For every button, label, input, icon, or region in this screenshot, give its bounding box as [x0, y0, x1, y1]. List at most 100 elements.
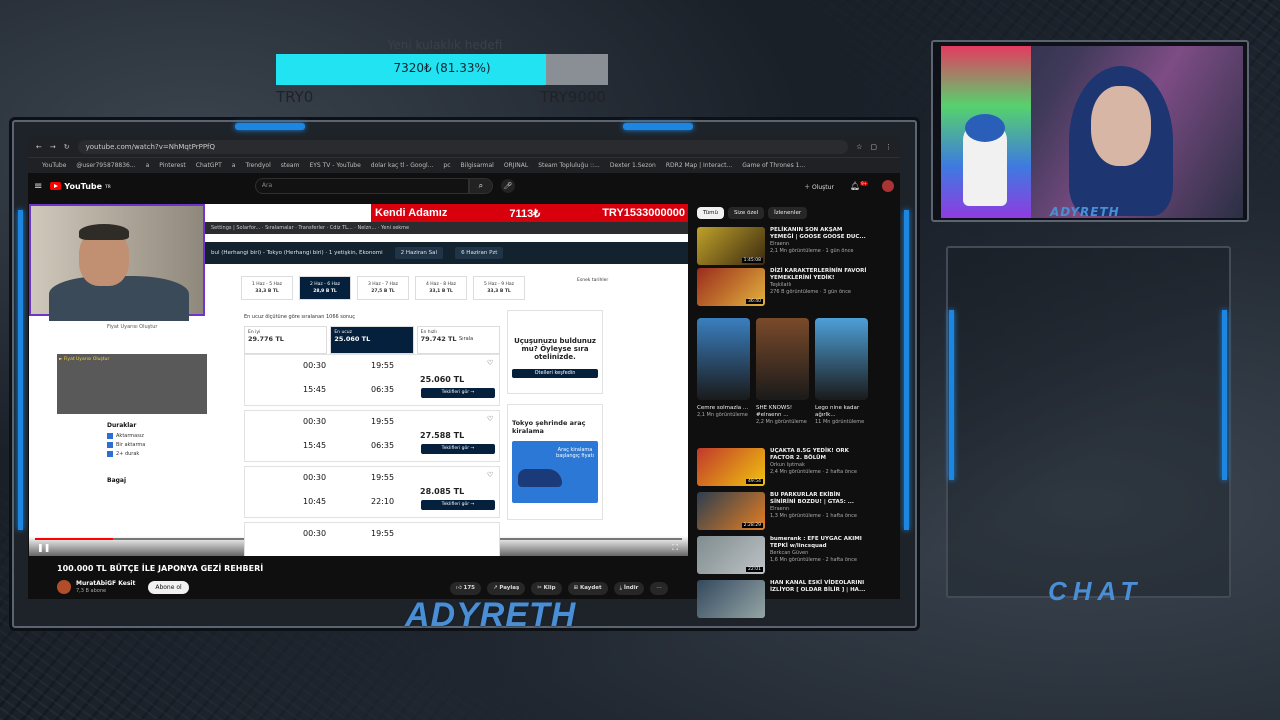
recommended-video[interactable]: 36:40 DİZİ KARAKTERLERİNİN FAVORİ YEMEKLE… [697, 268, 867, 306]
date-option[interactable]: 2 Haz - 6 Haz 28,9 B TL [299, 276, 351, 300]
back-icon[interactable]: ← [36, 143, 42, 151]
channel-name[interactable]: Elraenn [770, 241, 867, 248]
recommended-video[interactable]: 1:45:08 PELİKANIN SON AKŞAM YEMEĞİ | GOOS… [697, 227, 867, 265]
notifications-icon[interactable]: 🔔︎9+ [850, 181, 868, 191]
stop-filter[interactable]: 2+ durak [107, 451, 207, 457]
search-icon[interactable]: ⌕ [468, 178, 493, 194]
view-offers-button[interactable]: Teklifleri gör → [421, 388, 495, 398]
recommended-video[interactable]: 49:54 UÇAKTA 8.5G YEDİK! ORK FACTOR 2. BÖ… [697, 448, 867, 486]
stop-filter[interactable]: Bir aktarma [107, 442, 207, 448]
video-title[interactable]: HAN KANAL ESKİ VİDEOLARINI İZLİYOR [ OLD… [770, 580, 867, 594]
channel-name[interactable]: Berkcan Güven [770, 550, 867, 557]
hamburger-icon[interactable]: ≡ [34, 181, 42, 192]
bookmark-item[interactable]: Bilgisarmal [461, 162, 494, 169]
channel-name[interactable]: MuratAbiGF Kesit [76, 580, 135, 587]
create-button[interactable]: ＋ Oluştur [804, 182, 834, 191]
recommended-video[interactable]: HAN KANAL ESKİ VİDEOLARINI İZLİYOR [ OLD… [697, 580, 867, 618]
share-button[interactable]: ↗ Paylaş [486, 582, 526, 595]
subscribe-button[interactable]: Abone ol [148, 580, 189, 594]
video-title[interactable]: BU PARKURLAR EKİBİN SİNİRİNİ BOZDU! | GT… [770, 492, 867, 506]
view-offers-button[interactable]: Teklifleri gör → [421, 500, 495, 510]
short-thumbnail[interactable] [815, 318, 868, 400]
stop-filter[interactable]: Aktarmasız [107, 433, 207, 439]
date-option[interactable]: 4 Haz - 8 Haz 33,1 B TL [415, 276, 467, 300]
recommended-video[interactable]: 22:01 bumerank : EFE UYGAC AKIMI TEPKİ w/… [697, 536, 867, 574]
like-button[interactable]: 👍︎ 175 [450, 582, 481, 595]
channel-name[interactable]: Orkun Işıtmak [770, 462, 867, 469]
channel-name[interactable]: Teşkilatlı [770, 282, 867, 289]
account-avatar[interactable] [882, 180, 894, 192]
date-option[interactable]: 5 Haz - 9 Haz 33,3 B TL [473, 276, 525, 300]
video-title[interactable]: DİZİ KARAKTERLERİNİN FAVORİ YEMEKLERİNİ … [770, 268, 867, 282]
youtube-logo[interactable]: YouTube TR [50, 182, 111, 191]
bookmark-item[interactable]: Trendyol [245, 162, 270, 169]
bookmark-item[interactable]: Game of Thrones 1... [742, 162, 805, 169]
video-thumbnail[interactable]: 22:01 [697, 536, 765, 574]
video-player[interactable]: Kendi Adamız 7113₺ TRY1533000000 Setting… [29, 204, 688, 556]
mic-icon[interactable]: 🎤︎ [500, 179, 515, 193]
recommended-video[interactable]: 2:28:29 BU PARKURLAR EKİBİN SİNİRİNİ BOZD… [697, 492, 867, 530]
filter-chip[interactable]: Size özel [727, 207, 765, 219]
bookmark-item[interactable]: a [146, 162, 150, 169]
bookmark-item[interactable]: @user795878836... [76, 162, 135, 169]
bookmark-item[interactable]: ChatGPT [196, 162, 222, 169]
bookmark-item[interactable]: ORJINAL [504, 162, 528, 169]
bookmark-item[interactable]: YouTube [42, 162, 66, 169]
video-thumbnail[interactable]: 36:40 [697, 268, 765, 306]
checkbox-icon[interactable] [107, 433, 113, 439]
save-button[interactable]: ⊞ Kaydet [567, 582, 608, 595]
hotel-ad-button[interactable]: Otelleri keşfedin [512, 369, 598, 378]
sort-option[interactable]: En iyi 29.776 TL [244, 326, 328, 354]
bookmark-item[interactable]: steam [281, 162, 300, 169]
sort-dropdown[interactable]: Sırala [459, 336, 473, 342]
date-option[interactable]: 1 Haz - 5 Haz 33,3 B TL [241, 276, 293, 300]
bookmark-item[interactable]: Pinterest [159, 162, 186, 169]
route-date-to[interactable]: 6 Haziran Pzt [455, 247, 504, 259]
heart-icon[interactable]: ♡ [487, 415, 493, 423]
clip-button[interactable]: ✂ Klip [531, 582, 562, 595]
short-caption[interactable]: SHE KNOWS! #elraenn ... 2,2 Mn görüntülem… [756, 405, 812, 426]
bookmark-item[interactable]: RDR2 Map | Interact... [666, 162, 732, 169]
sort-option[interactable]: En ucuz 25.060 TL [330, 326, 414, 354]
bookmark-item[interactable]: dolar kaç tl - Googl... [371, 162, 434, 169]
view-offers-button[interactable]: Teklifleri gör → [421, 444, 495, 454]
route-date-from[interactable]: 2 Haziran Sal [394, 247, 444, 259]
bookmark-item[interactable]: Steam Topluluğu ::... [538, 162, 600, 169]
flight-result[interactable]: 00:30 19:55 15:45 06:35 27.588 TL Teklifleri … [244, 410, 500, 462]
flight-result[interactable]: 00:30 19:55 15:45 06:35 25.060 TL Teklifleri … [244, 354, 500, 406]
flex-dates[interactable]: Esnek tarihler [577, 278, 608, 283]
reload-icon[interactable]: ↻ [64, 143, 70, 151]
fullscreen-icon[interactable]: ⛶ [672, 543, 678, 553]
forward-icon[interactable]: → [50, 143, 56, 151]
video-thumbnail[interactable]: 2:28:29 [697, 492, 765, 530]
star-icon[interactable]: ☆ [856, 143, 862, 151]
url-field[interactable]: youtube.com/watch?v=NhMqtPrPPfQ [77, 140, 849, 154]
bookmark-item[interactable]: Dexter 1.Sezon [610, 162, 656, 169]
heart-icon[interactable]: ♡ [487, 471, 493, 479]
filter-chip[interactable]: İzlenenler [768, 207, 808, 219]
pause-icon[interactable]: ❚❚ [37, 543, 50, 552]
flight-result[interactable]: 00:30 19:55 [244, 522, 500, 556]
date-option[interactable]: 3 Haz - 7 Haz 27,5 B TL [357, 276, 409, 300]
video-title[interactable]: PELİKANIN SON AKŞAM YEMEĞİ | GOOSE GOOSE… [770, 227, 867, 241]
short-caption[interactable]: Cemre solmazla ... 2,1 Mn görüntüleme [697, 405, 753, 419]
short-thumbnail[interactable] [697, 318, 750, 400]
price-alert[interactable]: Fiyat Uyarısı Oluştur [107, 324, 207, 330]
bookmark-item[interactable]: a [232, 162, 236, 169]
video-thumbnail[interactable]: 1:45:08 [697, 227, 765, 265]
video-title[interactable]: UÇAKTA 8.5G YEDİK! ORK FACTOR 2. BÖLÜM [770, 448, 867, 462]
short-thumbnail[interactable] [756, 318, 809, 400]
bookmark-item[interactable]: pc [443, 162, 450, 169]
download-button[interactable]: ⤓ İndir [613, 582, 645, 595]
search-input[interactable]: Ara [254, 178, 469, 194]
bookmark-item[interactable]: EYS TV - YouTube [309, 162, 360, 169]
filter-chip[interactable]: Tümü [697, 207, 724, 219]
channel-name[interactable]: Elraenn [770, 506, 867, 513]
video-title[interactable]: bumerank : EFE UYGAC AKIMI TEPKİ w/lincs… [770, 536, 867, 550]
checkbox-icon[interactable] [107, 451, 113, 457]
extensions-icon[interactable]: ▢ [870, 143, 877, 151]
short-caption[interactable]: Lego nine kadar ağırlk... 11 Mn görüntüle… [815, 405, 871, 426]
video-thumbnail[interactable]: 49:54 [697, 448, 765, 486]
checkbox-icon[interactable] [107, 442, 113, 448]
menu-dots-icon[interactable]: ⋮ [885, 143, 892, 151]
